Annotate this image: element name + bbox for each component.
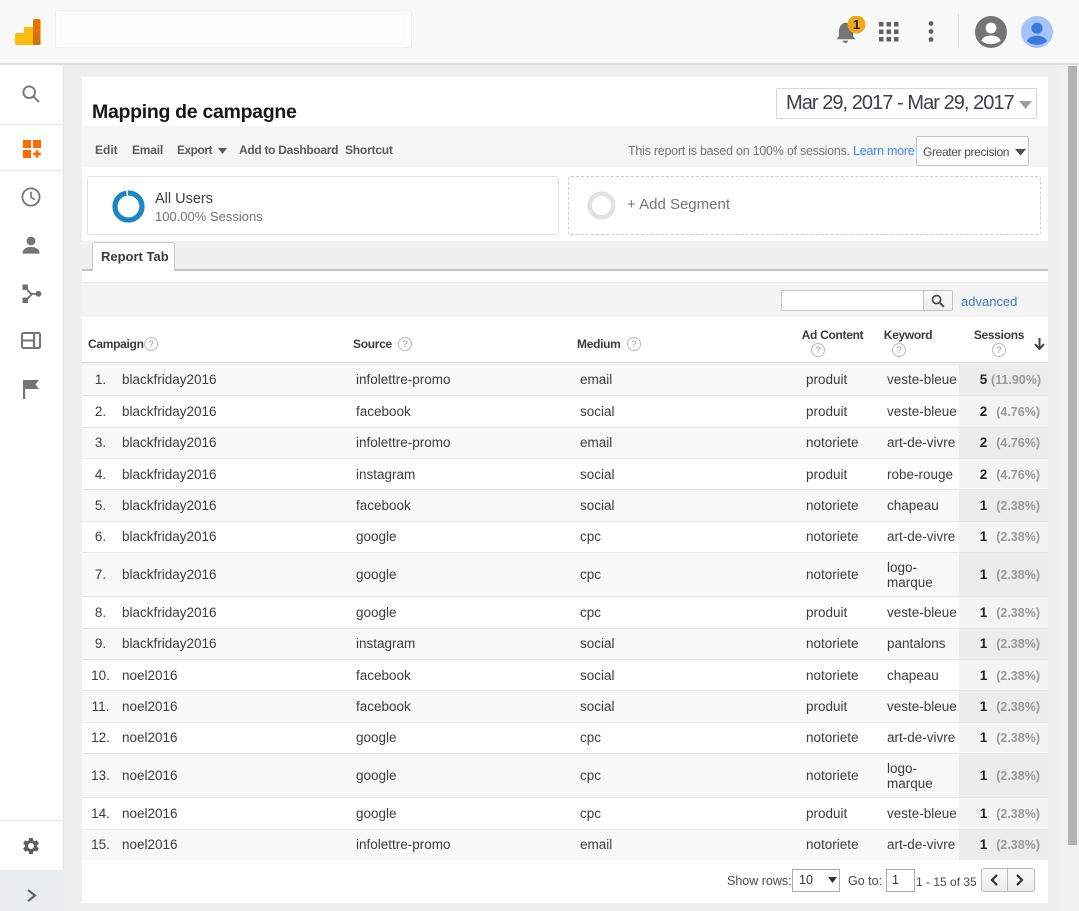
svg-text:1: 1 xyxy=(853,17,860,32)
